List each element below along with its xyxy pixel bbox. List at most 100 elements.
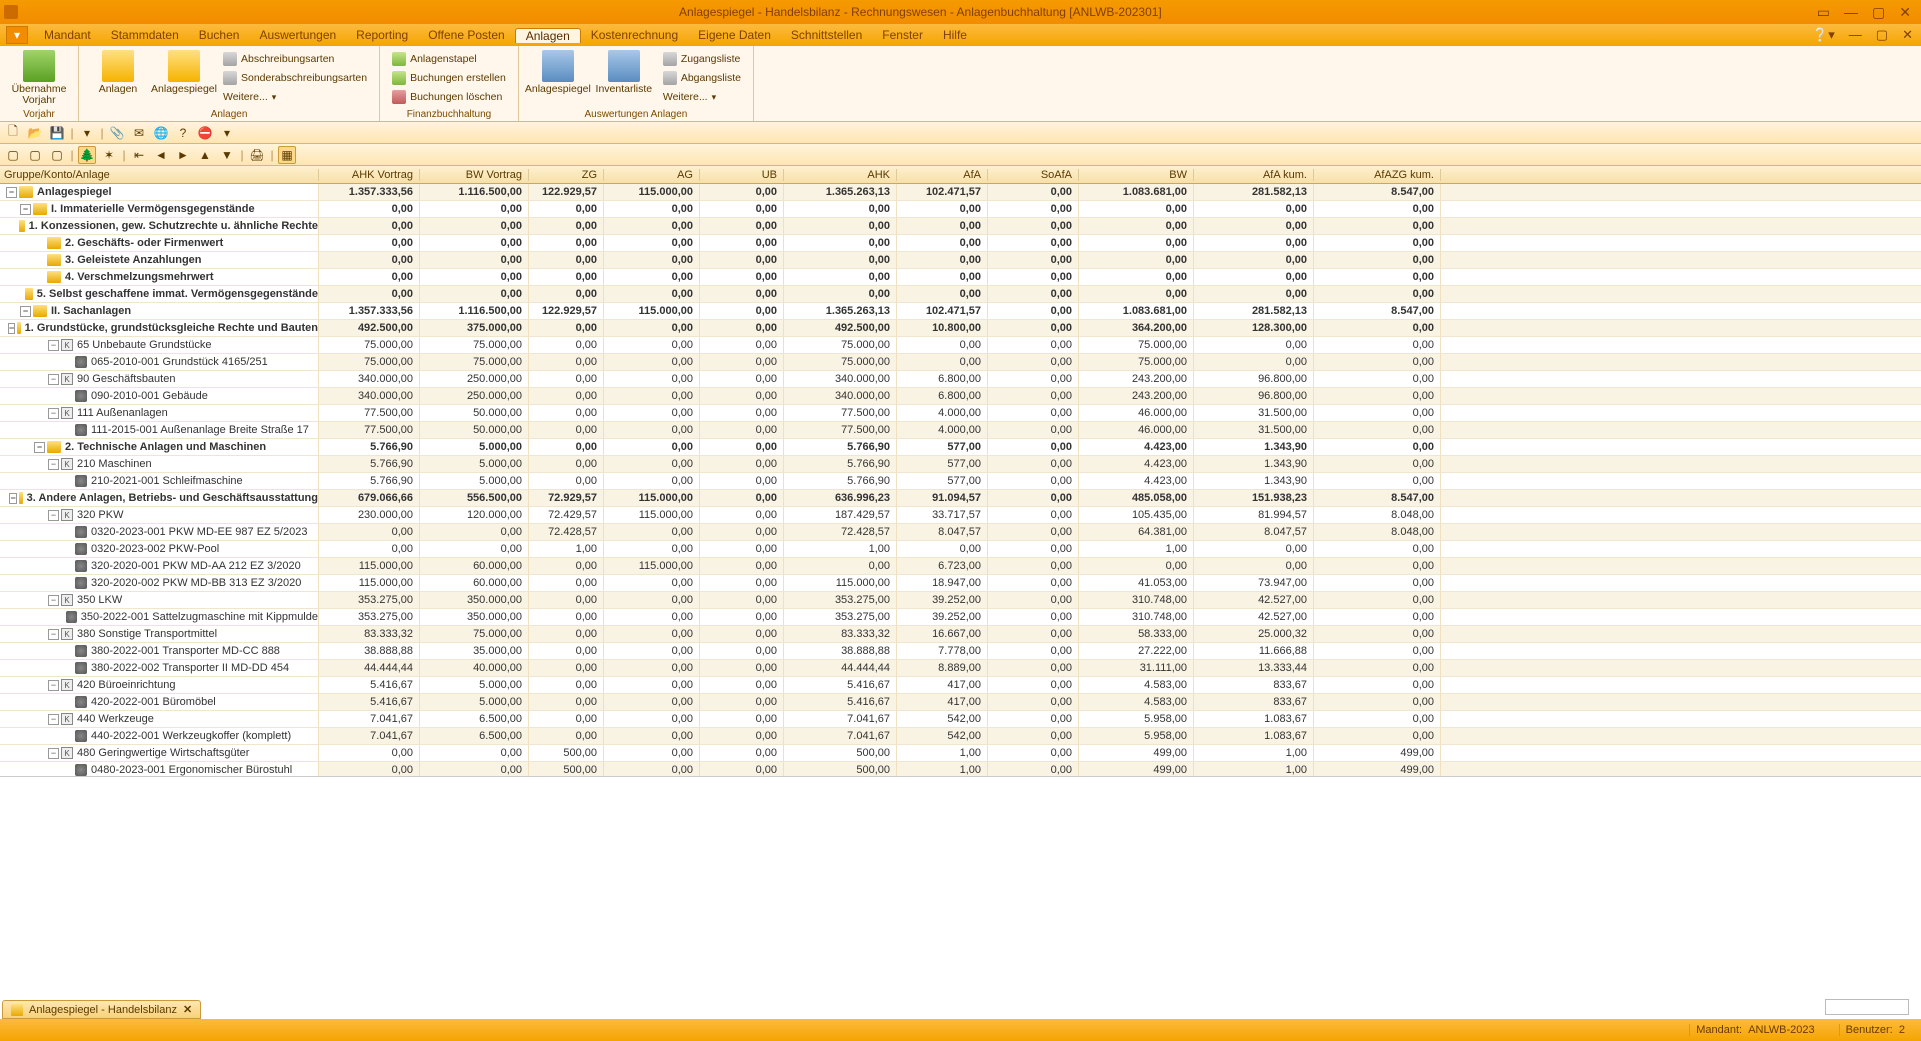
- expander-icon[interactable]: −: [34, 442, 45, 453]
- table-row[interactable]: −K210 Maschinen5.766,905.000,000,000,000…: [0, 456, 1921, 473]
- expander-icon[interactable]: −: [20, 306, 31, 317]
- tab-close-icon[interactable]: ✕: [183, 1003, 192, 1016]
- table-row[interactable]: 380-2022-002 Transporter II MD-DD 45444.…: [0, 660, 1921, 677]
- tree-cell[interactable]: 420-2022-001 Büromöbel: [0, 694, 319, 710]
- menu-buchen[interactable]: Buchen: [189, 28, 250, 42]
- expander-icon[interactable]: −: [48, 714, 59, 725]
- tb-save-icon[interactable]: 💾: [48, 124, 66, 142]
- table-row[interactable]: −1. Grundstücke, grundstücksgleiche Rech…: [0, 320, 1921, 337]
- tree-cell[interactable]: −K65 Unbebaute Grundstücke: [0, 337, 319, 353]
- expander-icon[interactable]: −: [48, 408, 59, 419]
- quick-search-input[interactable]: [1825, 999, 1909, 1015]
- gtb-print-icon[interactable]: 🖨: [248, 146, 266, 164]
- tb-new-icon[interactable]: 🗋: [4, 124, 22, 142]
- document-tab-anlagespiegel[interactable]: Anlagespiegel - Handelsbilanz ✕: [2, 1000, 201, 1019]
- gtb-up-icon[interactable]: ▲: [196, 146, 214, 164]
- tree-cell[interactable]: −K350 LKW: [0, 592, 319, 608]
- expander-icon[interactable]: −: [48, 459, 59, 470]
- anlagenstapel-button[interactable]: Anlagenstapel: [388, 50, 510, 68]
- anlagen-button[interactable]: Anlagen: [87, 48, 149, 95]
- minimize-icon[interactable]: —: [1844, 4, 1858, 21]
- tb-nav-icon[interactable]: ▾: [78, 124, 96, 142]
- grid-header-col-7[interactable]: SoAfA: [988, 169, 1079, 181]
- grid-body[interactable]: −Anlagespiegel1.357.333,561.116.500,0012…: [0, 184, 1921, 776]
- maximize-icon[interactable]: ▢: [1872, 4, 1885, 21]
- menu-reporting[interactable]: Reporting: [346, 28, 418, 42]
- grid-header-col-6[interactable]: AfA: [897, 169, 988, 181]
- table-row[interactable]: 380-2022-001 Transporter MD-CC 88838.888…: [0, 643, 1921, 660]
- tree-cell[interactable]: 065-2010-001 Grundstück 4165/251: [0, 354, 319, 370]
- menu-mandant[interactable]: Mandant: [34, 28, 101, 42]
- table-row[interactable]: −I. Immaterielle Vermögensgegenstände0,0…: [0, 201, 1921, 218]
- tree-cell[interactable]: −II. Sachanlagen: [0, 303, 319, 319]
- grid-header-col-4[interactable]: UB: [700, 169, 784, 181]
- tree-cell[interactable]: −K440 Werkzeuge: [0, 711, 319, 727]
- menu-offene-posten[interactable]: Offene Posten: [418, 28, 515, 42]
- table-row[interactable]: 4. Verschmelzungsmehrwert0,000,000,000,0…: [0, 269, 1921, 286]
- gtb-first-icon[interactable]: ⇤: [130, 146, 148, 164]
- expander-icon[interactable]: −: [48, 748, 59, 759]
- menu-hilfe[interactable]: Hilfe: [933, 28, 977, 42]
- table-row[interactable]: 320-2020-002 PKW MD-BB 313 EZ 3/2020115.…: [0, 575, 1921, 592]
- table-row[interactable]: 090-2010-001 Gebäude340.000,00250.000,00…: [0, 388, 1921, 405]
- grid-header-col-3[interactable]: AG: [604, 169, 700, 181]
- gtb-layout-icon[interactable]: ▦: [278, 146, 296, 164]
- expander-icon[interactable]: −: [48, 680, 59, 691]
- buchungen-erstellen-button[interactable]: Buchungen erstellen: [388, 69, 510, 87]
- gtb-icon-3[interactable]: ▢: [48, 146, 66, 164]
- grid-header-col-8[interactable]: BW: [1079, 169, 1194, 181]
- table-row[interactable]: 350-2022-001 Sattelzugmaschine mit Kippm…: [0, 609, 1921, 626]
- tree-cell[interactable]: −I. Immaterielle Vermögensgegenstände: [0, 201, 319, 217]
- expander-icon[interactable]: −: [48, 510, 59, 521]
- grid-header-col-5[interactable]: AHK: [784, 169, 897, 181]
- tree-cell[interactable]: 3. Geleistete Anzahlungen: [0, 252, 319, 268]
- tree-cell[interactable]: −2. Technische Anlagen und Maschinen: [0, 439, 319, 455]
- table-row[interactable]: −3. Andere Anlagen, Betriebs- und Geschä…: [0, 490, 1921, 507]
- gtb-prev-icon[interactable]: ◄: [152, 146, 170, 164]
- grid-header-col-1[interactable]: BW Vortrag: [420, 169, 529, 181]
- expander-icon[interactable]: −: [6, 187, 17, 198]
- zugangsliste-button[interactable]: Zugangsliste: [659, 50, 745, 68]
- grid-header-col-0[interactable]: AHK Vortrag: [319, 169, 420, 181]
- ribbon-collapse-icon[interactable]: ▭: [1817, 4, 1830, 21]
- expander-icon[interactable]: −: [20, 204, 31, 215]
- tree-cell[interactable]: 0320-2023-002 PKW-Pool: [0, 541, 319, 557]
- abschreibungsarten-button[interactable]: Abschreibungsarten: [219, 50, 371, 68]
- tb-stop-icon[interactable]: ⛔: [196, 124, 214, 142]
- gtb-next-icon[interactable]: ►: [174, 146, 192, 164]
- app-menu-button[interactable]: ▾: [6, 26, 28, 44]
- tree-cell[interactable]: 090-2010-001 Gebäude: [0, 388, 319, 404]
- table-row[interactable]: 0320-2023-001 PKW MD-EE 987 EZ 5/20230,0…: [0, 524, 1921, 541]
- table-row[interactable]: −K111 Außenanlagen77.500,0050.000,000,00…: [0, 405, 1921, 422]
- tree-cell[interactable]: −1. Grundstücke, grundstücksgleiche Rech…: [0, 320, 319, 336]
- tb-mail-icon[interactable]: ✉: [130, 124, 148, 142]
- close-icon[interactable]: ✕: [1899, 4, 1911, 21]
- uebernahme-vorjahr-button[interactable]: ÜbernahmeVorjahr: [8, 48, 70, 106]
- table-row[interactable]: 0320-2023-002 PKW-Pool0,000,001,000,000,…: [0, 541, 1921, 558]
- table-row[interactable]: −K420 Büroeinrichtung5.416,675.000,000,0…: [0, 677, 1921, 694]
- tree-cell[interactable]: 210-2021-001 Schleifmaschine: [0, 473, 319, 489]
- table-row[interactable]: 2. Geschäfts- oder Firmenwert0,000,000,0…: [0, 235, 1921, 252]
- table-row[interactable]: 1. Konzessionen, gew. Schutzrechte u. äh…: [0, 218, 1921, 235]
- auswertungen-weitere-button[interactable]: Weitere...: [659, 88, 745, 106]
- table-row[interactable]: −K65 Unbebaute Grundstücke75.000,0075.00…: [0, 337, 1921, 354]
- tree-cell[interactable]: 111-2015-001 Außenanlage Breite Straße 1…: [0, 422, 319, 438]
- table-row[interactable]: −K320 PKW230.000,00120.000,0072.429,5711…: [0, 507, 1921, 524]
- anlagespiegel-button[interactable]: Anlagespiegel: [153, 48, 215, 95]
- table-row[interactable]: −K380 Sonstige Transportmittel83.333,327…: [0, 626, 1921, 643]
- table-row[interactable]: 440-2022-001 Werkzeugkoffer (komplett)7.…: [0, 728, 1921, 745]
- expander-icon[interactable]: −: [48, 340, 59, 351]
- tree-cell[interactable]: 2. Geschäfts- oder Firmenwert: [0, 235, 319, 251]
- tree-cell[interactable]: −K420 Büroeinrichtung: [0, 677, 319, 693]
- grid-header-col-10[interactable]: AfAZG kum.: [1314, 169, 1441, 181]
- menu-auswertungen[interactable]: Auswertungen: [249, 28, 346, 42]
- grid-header-tree[interactable]: Gruppe/Konto/Anlage: [0, 169, 319, 181]
- mdi-close-icon[interactable]: ✕: [1902, 27, 1913, 43]
- gtb-refresh-icon[interactable]: ✶: [100, 146, 118, 164]
- expander-icon[interactable]: −: [48, 629, 59, 640]
- tree-cell[interactable]: −K320 PKW: [0, 507, 319, 523]
- tree-cell[interactable]: 320-2020-002 PKW MD-BB 313 EZ 3/2020: [0, 575, 319, 591]
- table-row[interactable]: 065-2010-001 Grundstück 4165/25175.000,0…: [0, 354, 1921, 371]
- expander-icon[interactable]: −: [8, 323, 15, 334]
- menu-eigene-daten[interactable]: Eigene Daten: [688, 28, 781, 42]
